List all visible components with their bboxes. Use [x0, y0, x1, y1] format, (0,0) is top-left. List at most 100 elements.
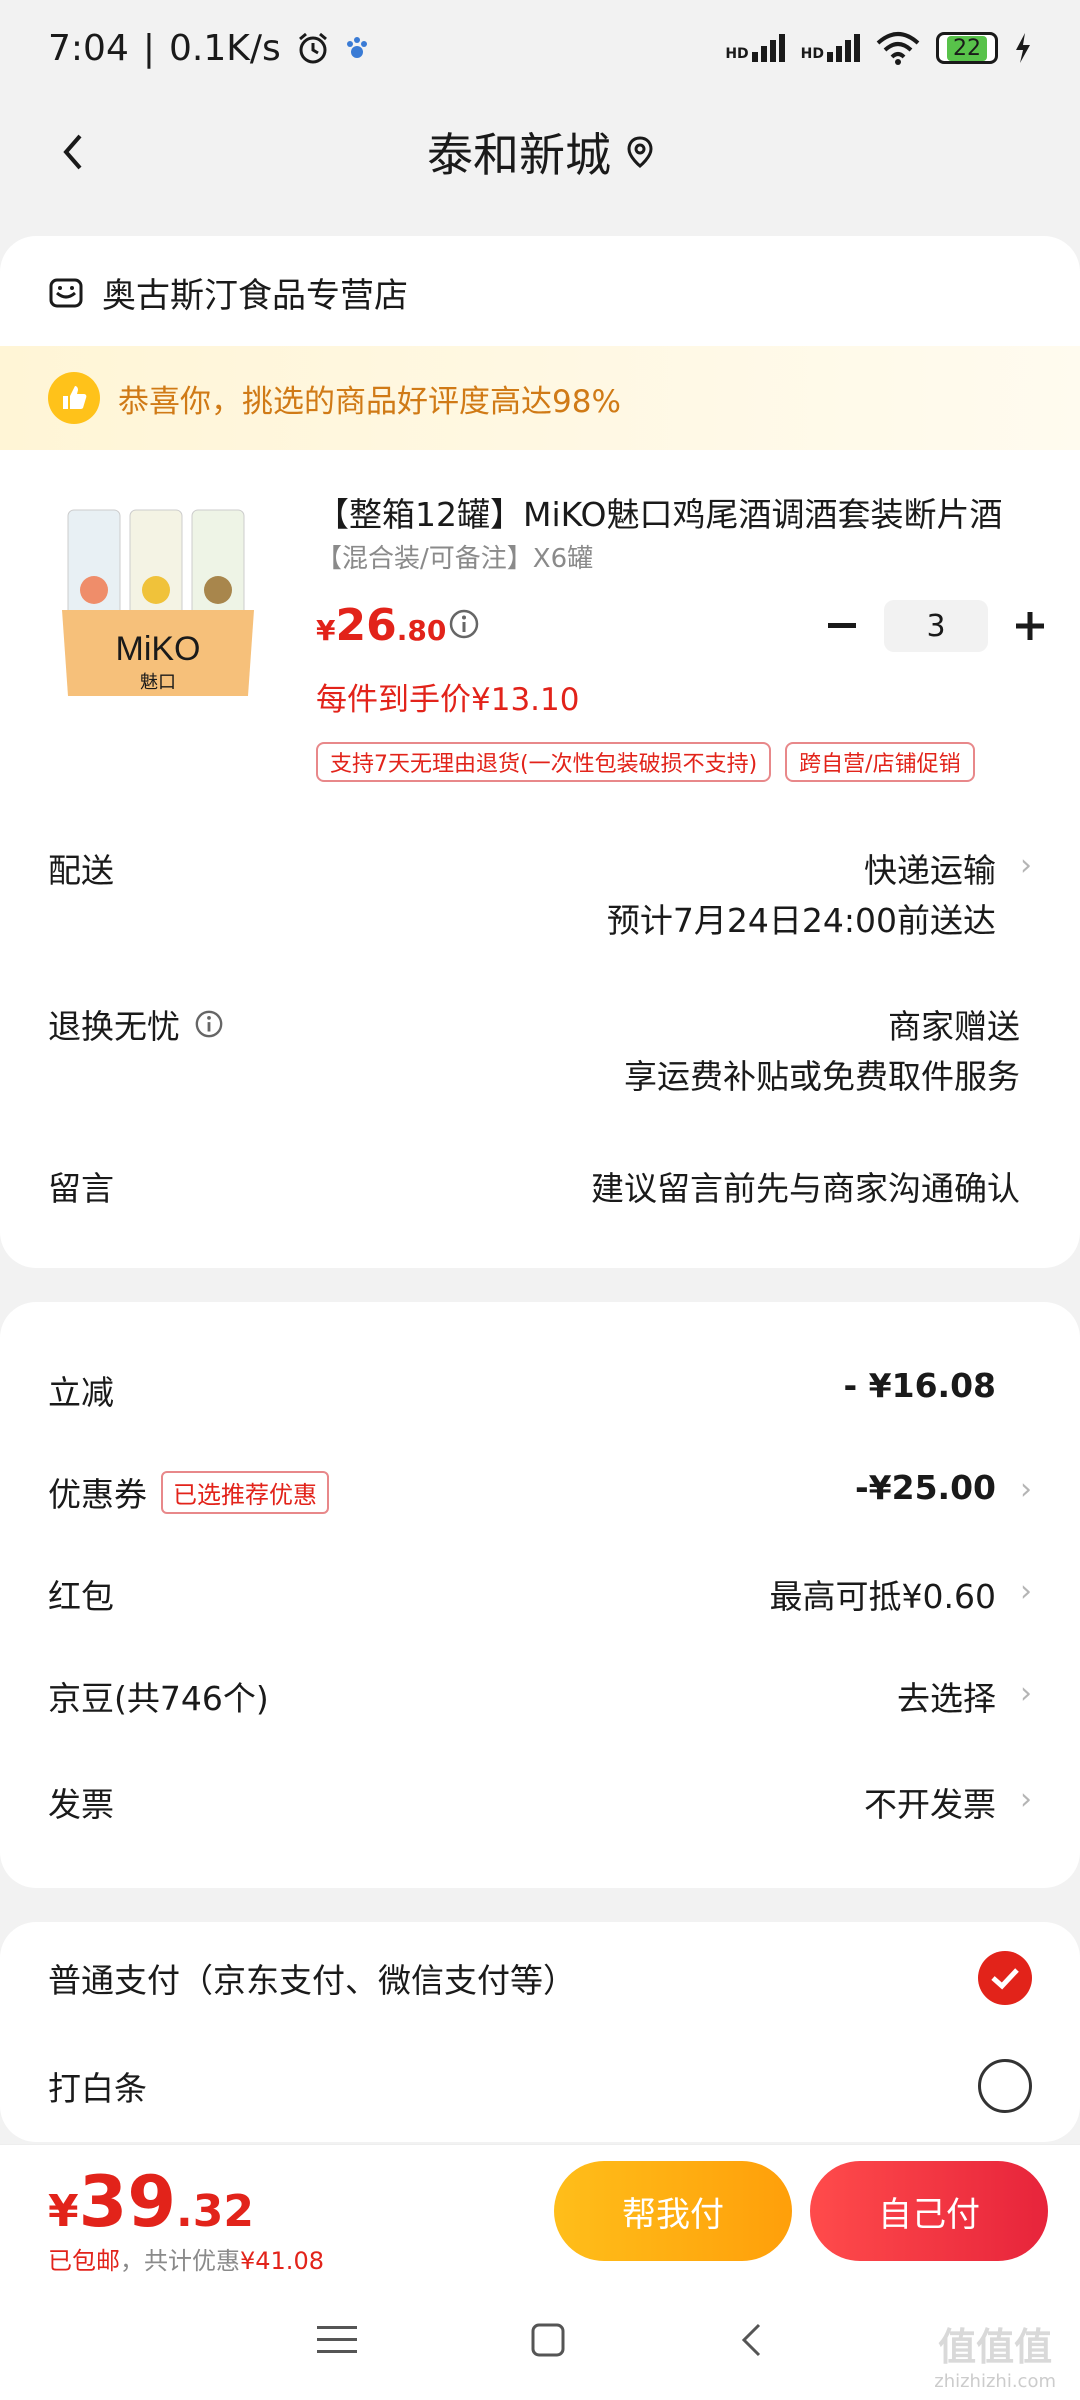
quantity-stepper: 3	[820, 600, 1052, 652]
thumbs-up-icon	[48, 372, 100, 424]
system-nav-bar	[0, 2280, 1080, 2400]
returns-value: 商家赠送	[888, 1007, 1020, 1046]
back-nav-icon[interactable]	[739, 2322, 763, 2358]
promo-tag: 跨自营/店铺促销	[785, 742, 975, 782]
product-title[interactable]: 【整箱12罐】MiKO魅口鸡尾酒调酒套装断片酒	[316, 488, 1036, 536]
redpacket-value: 最高可抵¥0.60	[769, 1577, 996, 1616]
baitiao-pay-option[interactable]: 打白条	[48, 2056, 1032, 2116]
delivery-label: 配送	[48, 851, 114, 890]
coupon-label: 优惠券	[48, 1475, 147, 1514]
signal-icon-2: HD	[801, 34, 860, 62]
returns-row[interactable]: 退换无忧 商家赠送 享运费补贴或免费取件服务	[48, 1000, 1032, 1100]
coupon-label-group: 优惠券 已选推荐优惠	[48, 1468, 329, 1516]
watermark-logo: 值值值	[938, 2325, 1053, 2369]
home-icon[interactable]	[530, 2322, 566, 2358]
per-item-price: 每件到手价¥13.10	[316, 682, 580, 718]
invoice-row[interactable]: 发票 不开发票 ›	[48, 1778, 1032, 1828]
instant-discount-value: - ¥16.08	[843, 1366, 996, 1405]
charging-icon	[1016, 33, 1030, 63]
menu-icon[interactable]	[316, 2324, 357, 2356]
redpacket-label: 红包	[48, 1577, 114, 1616]
status-time: 7:04	[48, 27, 129, 69]
shipping-status: 已包邮	[48, 2247, 120, 2275]
total-decimal: .32	[176, 2186, 254, 2237]
paw-icon	[346, 37, 367, 58]
address-text: 泰和新城	[427, 128, 611, 182]
address-title[interactable]: 泰和新城	[427, 119, 653, 185]
product-brand-label: MiKO	[116, 630, 201, 668]
total-integer: 39	[78, 2161, 177, 2243]
order-card: 奥古斯汀食品专营店 恭喜你，挑选的商品好评度高达98% MiKO 魅口 【整箱1…	[0, 236, 1080, 1268]
checked-radio-icon[interactable]	[978, 1951, 1032, 2005]
return-policy-tag: 支持7天无理由退货(一次性包装破损不支持)	[316, 742, 772, 782]
total-price: ¥ 39 .32	[48, 2161, 254, 2243]
info-icon[interactable]	[448, 608, 480, 640]
decrease-button[interactable]	[820, 604, 864, 648]
store-icon	[49, 278, 83, 307]
status-net-speed: 0.1K/s	[168, 27, 281, 69]
price-decimal: .80	[396, 614, 447, 647]
self-pay-button[interactable]: 自己付	[810, 2161, 1048, 2261]
coupon-value: -¥25.00	[854, 1468, 996, 1507]
invoice-label: 发票	[48, 1785, 114, 1824]
normal-pay-option[interactable]: 普通支付（京东支付、微信支付等）	[48, 1948, 1032, 2008]
back-button[interactable]	[40, 120, 104, 184]
chevron-right-icon: ›	[1020, 848, 1032, 883]
redpacket-row[interactable]: 红包 最高可抵¥0.60 ›	[48, 1570, 1032, 1620]
jd-beans-label: 京豆(共746个)	[48, 1679, 269, 1718]
praise-text: 恭喜你，挑选的商品好评度高达98%	[118, 383, 621, 420]
watermark: 值值值 zhizhizhi.com	[934, 2316, 1056, 2392]
header: 泰和新城	[0, 96, 1080, 208]
info-icon[interactable]	[194, 1009, 224, 1039]
instant-discount-label: 立减	[48, 1373, 114, 1412]
battery-level: 22	[947, 35, 987, 61]
chevron-right-icon: ›	[1020, 1676, 1032, 1711]
quantity-value[interactable]: 3	[884, 600, 988, 652]
chevron-right-icon: ›	[1020, 1782, 1032, 1817]
chevron-left-icon	[63, 134, 82, 170]
help-pay-button[interactable]: 帮我付	[554, 2161, 792, 2261]
baitiao-label: 打白条	[48, 2069, 147, 2108]
jd-beans-value: 去选择	[897, 1679, 996, 1718]
jd-beans-row[interactable]: 京豆(共746个) 去选择 ›	[48, 1672, 1032, 1722]
discount-card: 立减 - ¥16.08 优惠券 已选推荐优惠 -¥25.00 › 红包 最高可抵…	[0, 1302, 1080, 1888]
battery-icon: 22	[936, 32, 998, 64]
delivery-eta: 预计7月24日24:00前送达	[606, 901, 996, 940]
store-row[interactable]: 奥古斯汀食品专营店	[48, 268, 408, 317]
praise-banner: 恭喜你，挑选的商品好评度高达98%	[0, 346, 1080, 450]
increase-button[interactable]	[1008, 604, 1052, 648]
message-row[interactable]: 留言 建议留言前先与商家沟通确认	[48, 1162, 1032, 1222]
coupon-row[interactable]: 优惠券 已选推荐优惠 -¥25.00 ›	[48, 1468, 1032, 1518]
product-brand-cn: 魅口	[140, 672, 176, 693]
returns-label-group: 退换无忧	[48, 1000, 224, 1048]
hd-badge-2: HD	[800, 46, 824, 62]
product-spec[interactable]: 【混合装/可备注】X6罐	[316, 538, 593, 575]
normal-pay-label: 普通支付（京东支付、微信支付等）	[48, 1961, 576, 2000]
unchecked-radio-icon[interactable]	[978, 2059, 1032, 2113]
coupon-tag: 已选推荐优惠	[161, 1470, 329, 1514]
wifi-icon	[876, 32, 920, 65]
location-pin-icon	[627, 136, 653, 168]
savings-label: ，共计优惠	[120, 2247, 240, 2275]
store-name: 奥古斯汀食品专营店	[102, 276, 408, 316]
checkout-bar: ¥ 39 .32 已包邮，共计优惠¥41.08 帮我付 自己付	[0, 2144, 1080, 2280]
minus-icon	[828, 623, 856, 628]
product-price: ¥ 26 .80	[316, 600, 446, 651]
plus-icon	[1016, 612, 1044, 640]
product-tags: 支持7天无理由退货(一次性包装破损不支持) 跨自营/店铺促销	[316, 742, 975, 782]
price-symbol: ¥	[316, 614, 336, 647]
chevron-right-icon: ›	[1020, 1472, 1032, 1507]
message-input[interactable]: 建议留言前先与商家沟通确认	[591, 1162, 1020, 1210]
alarm-icon	[298, 32, 327, 64]
message-label: 留言	[48, 1169, 114, 1208]
returns-detail: 享运费补贴或免费取件服务	[624, 1057, 1020, 1096]
signal-icon-1: HD	[725, 34, 785, 62]
instant-discount-row: 立减 - ¥16.08	[48, 1366, 1032, 1416]
delivery-row[interactable]: 配送 快递运输 预计7月24日24:00前送达 ›	[48, 844, 1032, 944]
watermark-url: zhizhizhi.com	[934, 2371, 1056, 2392]
total-symbol: ¥	[48, 2186, 79, 2237]
invoice-value: 不开发票	[864, 1785, 996, 1824]
delivery-method: 快递运输	[864, 851, 996, 890]
product-image[interactable]: MiKO 魅口	[48, 490, 268, 708]
status-divider: |	[142, 27, 155, 69]
